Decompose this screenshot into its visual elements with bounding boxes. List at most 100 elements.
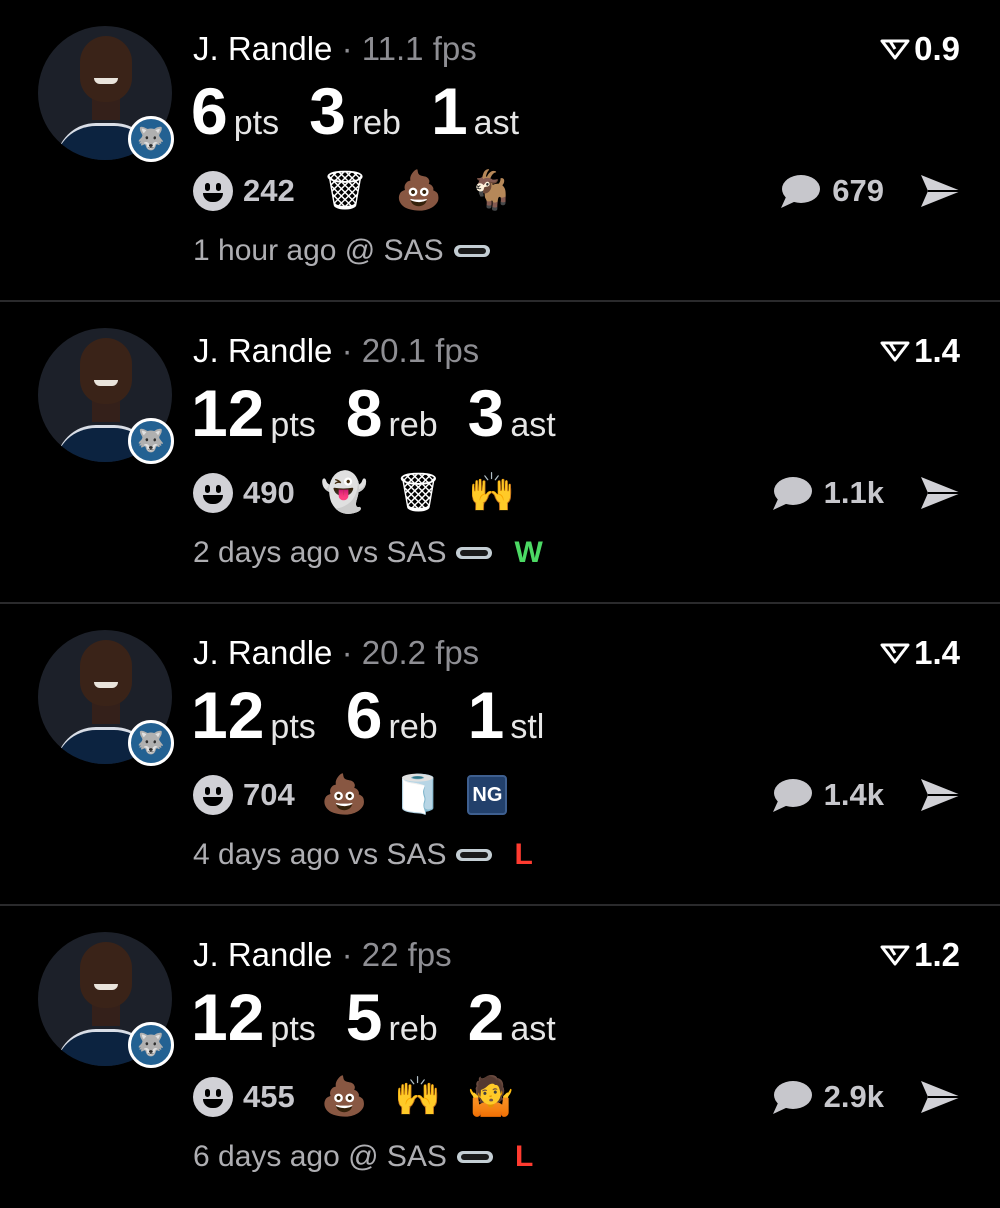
player-sticker[interactable]: 🙌: [394, 1078, 441, 1116]
game-info: 2 days ago vs SAS W: [193, 536, 543, 570]
stat-value: 3: [309, 74, 346, 148]
comments-button[interactable]: 1.1k: [770, 470, 884, 516]
player-name[interactable]: J. Randle: [193, 634, 332, 671]
stat-value: 12: [191, 980, 265, 1054]
player-name[interactable]: J. Randle: [193, 332, 332, 369]
rating-chevron-icon: [880, 945, 910, 966]
fantasy-points: · 20.1 fps: [341, 332, 480, 369]
reaction-count: 455: [243, 1079, 295, 1114]
card-title: J. Randle · 20.1 fps: [193, 332, 479, 370]
avatar-head: [80, 338, 132, 404]
comment-bubble-icon: [781, 175, 821, 208]
game-card[interactable]: 🐺 J. Randle · 20.2 fps 1.4 12 pts 6 reb 1 stl…: [0, 604, 1000, 906]
comment-count: 679: [832, 173, 884, 208]
reactions-bar: 704 💩 🧻 NG: [193, 772, 533, 818]
poop-emoji[interactable]: 💩: [321, 776, 368, 814]
reaction-count: 704: [243, 777, 295, 812]
basketball-hoop-icon[interactable]: 🗑: [394, 474, 442, 512]
rating[interactable]: 0.9: [880, 30, 960, 68]
stat-label: reb: [388, 708, 438, 746]
comment-bubble-icon: [772, 1081, 812, 1114]
stat-value: 1: [430, 74, 468, 148]
game-result: L: [514, 1140, 534, 1173]
basketball-hoop-icon[interactable]: 🗑: [321, 172, 369, 210]
game-feed: 🐺 J. Randle · 11.1 fps 0.9 6 pts 3 reb 1 ast …: [0, 0, 1000, 1200]
fantasy-points: · 22 fps: [341, 936, 452, 973]
stat-pts: 12 pts: [191, 380, 316, 446]
reactions-bar: 242 🗑 💩 🐐: [193, 168, 542, 214]
rating-chevron-icon: [880, 643, 910, 664]
stat-label: stl: [510, 708, 545, 746]
avatar-smile: [94, 984, 118, 990]
add-reaction-icon[interactable]: [193, 775, 233, 815]
stat-value: 8: [345, 376, 383, 450]
stat-reb: 3 reb: [309, 78, 401, 144]
player-sticker[interactable]: 🤷: [467, 1078, 514, 1116]
game-card[interactable]: 🐺 J. Randle · 11.1 fps 0.9 6 pts 3 reb 1 ast …: [0, 0, 1000, 302]
team-logo-icon: 🐺: [128, 720, 174, 766]
comments-button[interactable]: 2.9k: [770, 1074, 884, 1120]
rating-chevron-icon: [880, 39, 910, 60]
avatar-head: [80, 36, 132, 102]
stat-label: pts: [233, 104, 280, 142]
spurs-logo-icon: [456, 547, 493, 559]
rating-value: 1.4: [914, 332, 960, 369]
game-result: W: [514, 536, 543, 569]
goat-emoji[interactable]: 🐐: [468, 172, 515, 210]
player-name[interactable]: J. Randle: [193, 30, 332, 67]
rating[interactable]: 1.4: [880, 332, 960, 370]
stat-value: 6: [191, 74, 228, 148]
ng-badge[interactable]: NG: [467, 775, 508, 815]
stat-line: 12 pts 8 reb 3 ast: [191, 380, 586, 446]
send-icon: [921, 175, 961, 207]
stat-label: reb: [388, 1010, 438, 1048]
add-reaction-icon[interactable]: [193, 473, 233, 513]
poop-emoji[interactable]: 💩: [321, 1078, 368, 1116]
card-title: J. Randle · 11.1 fps: [193, 30, 477, 68]
toilet-paper-emoji[interactable]: 🧻: [394, 776, 441, 814]
stat-stl: 1 stl: [468, 682, 545, 748]
send-icon: [921, 477, 961, 509]
game-time-opponent: 2 days ago vs SAS: [193, 536, 447, 569]
stat-pts: 6 pts: [191, 78, 279, 144]
game-result: L: [514, 838, 533, 871]
add-reaction-icon[interactable]: [193, 171, 233, 211]
player-sticker[interactable]: 🙌: [468, 474, 515, 512]
poop-emoji[interactable]: 💩: [395, 172, 442, 210]
share-button[interactable]: [918, 1078, 964, 1121]
card-title: J. Randle · 20.2 fps: [193, 634, 479, 672]
game-card[interactable]: 🐺 J. Randle · 22 fps 1.2 12 pts 5 reb 2 ast 4…: [0, 906, 1000, 1208]
game-info: 4 days ago vs SAS L: [193, 838, 533, 872]
team-logo-icon: 🐺: [128, 418, 174, 464]
comment-count: 2.9k: [823, 1079, 884, 1114]
share-button[interactable]: [918, 474, 964, 517]
avatar-head: [80, 640, 132, 706]
team-logo-icon: 🐺: [128, 1022, 174, 1068]
player-name[interactable]: J. Randle: [193, 936, 332, 973]
stat-ast: 1 ast: [431, 78, 519, 144]
stat-reb: 8 reb: [346, 380, 438, 446]
stat-value: 12: [191, 678, 265, 752]
reaction-count: 242: [243, 173, 295, 208]
stat-pts: 12 pts: [191, 682, 316, 748]
stat-value: 12: [191, 376, 265, 450]
game-time-opponent: 4 days ago vs SAS: [193, 838, 447, 871]
stat-label: pts: [270, 406, 316, 444]
stat-label: pts: [270, 708, 316, 746]
ghost-emoji[interactable]: 👻: [321, 474, 368, 512]
rating[interactable]: 1.4: [880, 634, 960, 672]
comments-button[interactable]: 679: [778, 168, 884, 214]
comments-button[interactable]: 1.4k: [770, 772, 884, 818]
fantasy-points: · 20.2 fps: [341, 634, 480, 671]
share-button[interactable]: [918, 776, 964, 819]
stat-reb: 5 reb: [346, 984, 438, 1050]
rating[interactable]: 1.2: [880, 936, 960, 974]
stat-ast: 2 ast: [468, 984, 556, 1050]
add-reaction-icon[interactable]: [193, 1077, 233, 1117]
game-time-opponent: 6 days ago @ SAS: [193, 1140, 447, 1173]
share-button[interactable]: [918, 172, 964, 215]
stat-label: reb: [388, 406, 438, 444]
game-card[interactable]: 🐺 J. Randle · 20.1 fps 1.4 12 pts 8 reb 3 ast…: [0, 302, 1000, 604]
game-time-opponent: 1 hour ago @ SAS: [193, 234, 444, 267]
reaction-count: 490: [243, 475, 295, 510]
